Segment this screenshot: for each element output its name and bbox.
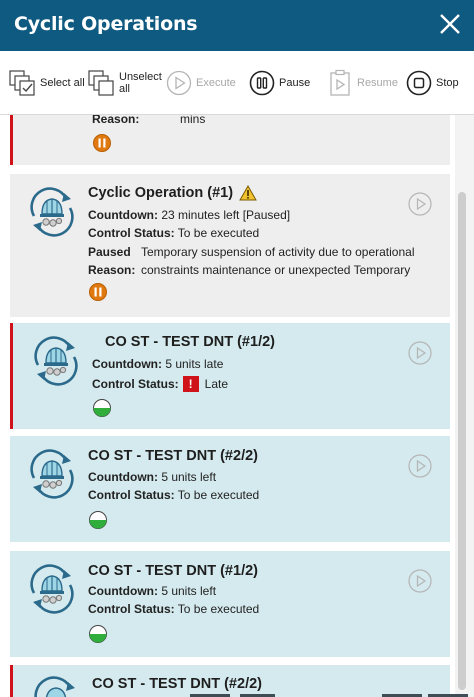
control-status-row: Control Status: To be executed (88, 226, 260, 240)
select-all-icon (9, 70, 35, 96)
control-status-row: Control Status: To be executed (88, 488, 260, 502)
play-icon[interactable] (408, 192, 432, 216)
play-icon[interactable] (408, 341, 432, 365)
resume-button[interactable]: Resume (329, 51, 398, 115)
operation-card[interactable]: CO ST - TEST DNT (#2/2) (10, 665, 450, 697)
execute-icon (166, 70, 192, 96)
select-all-label: Select all (40, 77, 85, 89)
paused-label: Paused (88, 245, 131, 259)
select-all-button[interactable]: Select all (8, 51, 85, 115)
stop-button[interactable]: Stop (406, 51, 459, 115)
resume-icon (330, 69, 350, 96)
title-bar: Cyclic Operations (0, 0, 474, 51)
stop-label: Stop (436, 77, 459, 89)
status-half-green-icon (93, 399, 111, 417)
card-title: Cyclic Operation (#1) (88, 185, 234, 201)
reason-label: Reason: (88, 263, 136, 277)
card-title: CO ST - TEST DNT (#2/2) (92, 676, 262, 692)
scrollbar[interactable] (455, 115, 474, 697)
warning-icon (239, 185, 257, 201)
card-title: CO ST - TEST DNT (#1/2) (105, 334, 275, 350)
toolbar: Select all Unselect all Execute Pause Re… (0, 51, 474, 115)
cyclic-operation-icon (34, 676, 75, 697)
alert-bar (10, 665, 13, 697)
alert-bar (10, 323, 13, 429)
pause-label: Pause (279, 77, 311, 89)
scrollbar-thumb[interactable] (458, 192, 466, 690)
pause-icon (249, 70, 275, 96)
cyclic-operation-icon (30, 187, 74, 237)
operation-card[interactable]: CO ST - TEST DNT (#1/2) Countdown: 5 uni… (10, 323, 450, 429)
stop-icon (406, 70, 432, 96)
operation-list: Reason: mins Cyclic Operation (#1) Count… (0, 115, 454, 697)
close-icon[interactable] (436, 10, 464, 38)
countdown-row: Countdown: 5 units left (88, 470, 217, 484)
operation-card[interactable]: CO ST - TEST DNT (#1/2) Countdown: 5 uni… (10, 551, 450, 657)
reason-value: mins (180, 115, 206, 126)
reason-text-line1: Temporary suspension of activity due to … (141, 245, 415, 259)
unselect-all-label: Unselect all (119, 71, 162, 95)
alert-icon: ! (182, 376, 199, 392)
play-icon[interactable] (408, 569, 432, 593)
window-title: Cyclic Operations (14, 13, 198, 35)
reason-text-line2: constraints maintenance or unexpected Te… (141, 263, 411, 277)
paused-status-icon (93, 134, 111, 152)
resume-label: Resume (357, 77, 398, 89)
card-title: CO ST - TEST DNT (#2/2) (88, 448, 258, 464)
control-status-row: Control Status: ! Late (92, 376, 229, 392)
card-title-row: Cyclic Operation (#1) (88, 185, 257, 201)
pause-button[interactable]: Pause (249, 51, 310, 115)
unselect-all-icon (88, 70, 114, 96)
cyclic-operation-icon (30, 449, 74, 499)
play-icon[interactable] (408, 454, 432, 478)
cyclic-operation-icon (34, 336, 78, 386)
control-status-row: Control Status: To be executed (88, 602, 260, 616)
unselect-all-button[interactable]: Unselect all (87, 51, 162, 115)
reason-label: Reason: (92, 115, 140, 126)
countdown-row: Countdown: 5 units late (92, 357, 224, 371)
operation-card[interactable]: CO ST - TEST DNT (#2/2) Countdown: 5 uni… (10, 436, 450, 542)
card-title: CO ST - TEST DNT (#1/2) (88, 563, 258, 579)
operation-card[interactable]: Reason: mins (10, 115, 450, 165)
operation-card[interactable]: Cyclic Operation (#1) Countdown: 23 minu… (10, 174, 450, 317)
status-half-green-icon (89, 625, 107, 643)
alert-bar (10, 115, 13, 165)
paused-status-icon (89, 283, 107, 301)
countdown-row: Countdown: 5 units left (88, 584, 217, 598)
execute-button[interactable]: Execute (166, 51, 236, 115)
status-half-green-icon (89, 511, 107, 529)
cyclic-operation-icon (30, 564, 74, 614)
countdown-row: Countdown: 23 minutes left [Paused] (88, 208, 291, 222)
execute-label: Execute (196, 77, 236, 89)
